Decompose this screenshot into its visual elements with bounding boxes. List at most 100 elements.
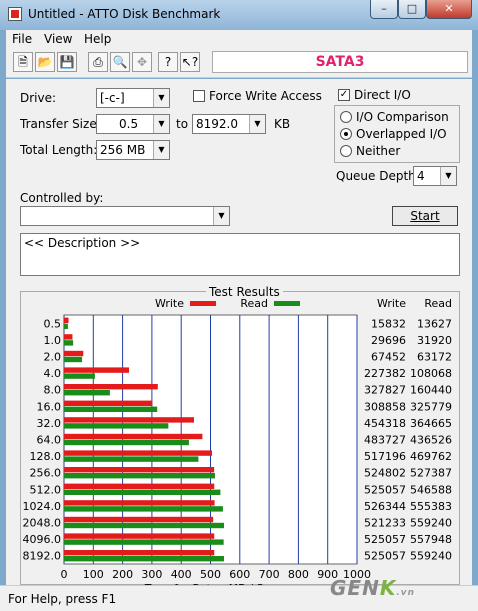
total-length-value: 256 MB — [100, 143, 146, 157]
write-bar — [64, 467, 215, 473]
write-value: 454318 — [364, 417, 406, 430]
transfer-to-value: 8192.0 — [196, 117, 238, 131]
open-folder-icon[interactable]: 📂 — [35, 52, 55, 72]
read-value: 63172 — [417, 351, 452, 364]
direct-io-checkbox[interactable]: ✓ — [338, 89, 350, 101]
save-icon[interactable]: 💾 — [57, 52, 77, 72]
neither-radio[interactable] — [340, 145, 352, 157]
write-value: 525057 — [364, 483, 406, 496]
controlled-by-label: Controlled by: — [20, 191, 104, 205]
read-value: 555383 — [410, 500, 452, 513]
write-bar — [64, 317, 69, 323]
read-value: 325779 — [410, 400, 452, 413]
read-value: 31920 — [417, 334, 452, 347]
results-chart: 0 100 200 300 400 500 600 700 800 900 10000.5 15832… — [23, 297, 453, 585]
read-bar — [64, 439, 189, 446]
write-bar — [64, 384, 158, 390]
write-value: 483727 — [364, 434, 406, 447]
legend-read-label: Read — [240, 297, 268, 310]
transfer-from-select[interactable]: 0.5 ▼ — [96, 114, 170, 134]
print-preview-icon[interactable]: 🔍 — [110, 52, 130, 72]
read-value: 559240 — [410, 517, 452, 530]
y-tick-label: 0.5 — [44, 317, 62, 330]
start-button[interactable]: Start — [392, 206, 458, 226]
read-value: 527387 — [410, 467, 452, 480]
drive-value: [-c-] — [100, 91, 125, 105]
read-bar — [64, 423, 169, 429]
y-tick-label: 4.0 — [44, 367, 62, 380]
chevron-down-icon: ▼ — [213, 207, 229, 225]
drive-select[interactable]: [-c-] ▼ — [96, 88, 170, 108]
y-tick-label: 2048.0 — [23, 517, 62, 530]
read-bar — [64, 373, 95, 379]
close-button[interactable]: ✕ — [426, 0, 472, 19]
x-tick-label: 800 — [288, 568, 309, 581]
chevron-down-icon: ▼ — [153, 141, 169, 159]
y-tick-label: 512.0 — [30, 483, 62, 496]
write-value: 15832 — [371, 317, 406, 330]
write-bar — [64, 516, 214, 523]
menu-file[interactable]: File — [12, 32, 32, 46]
queue-depth-value: 4 — [417, 169, 425, 183]
menu-view[interactable]: View — [44, 32, 72, 46]
write-value: 524802 — [364, 467, 406, 480]
read-value: 13627 — [417, 317, 452, 330]
main-panel: Drive: [-c-] ▼ Force Write Access Transf… — [6, 79, 472, 585]
x-tick-label: 400 — [171, 568, 192, 581]
menu-bar: File View Help — [6, 30, 472, 48]
move-icon[interactable]: ✥ — [132, 52, 152, 72]
overlapped-io-radio[interactable] — [340, 128, 352, 140]
y-tick-label: 64.0 — [37, 434, 62, 447]
kb-label: KB — [274, 117, 291, 131]
read-value: 436526 — [410, 434, 452, 447]
read-value: 108068 — [410, 367, 452, 380]
write-bar — [64, 500, 215, 506]
read-bar — [64, 456, 199, 462]
genk-logo: GENK.vn — [330, 576, 416, 600]
read-value: 160440 — [410, 384, 452, 397]
io-comparison-radio[interactable] — [340, 111, 352, 123]
y-tick-label: 1024.0 — [23, 500, 62, 513]
x-tick-label: 0 — [61, 568, 68, 581]
x-tick-label: 500 — [200, 568, 221, 581]
force-write-label: Force Write Access — [209, 89, 322, 103]
new-file-icon[interactable]: 🗎 — [13, 52, 33, 72]
write-value: 227382 — [364, 367, 406, 380]
io-comparison-label: I/O Comparison — [356, 110, 449, 124]
read-value: 557948 — [410, 533, 452, 546]
minimize-button[interactable]: – — [370, 0, 398, 19]
legend-write-swatch — [190, 301, 216, 306]
title-bar[interactable]: Untitled - ATTO Disk Benchmark – □ ✕ — [0, 0, 478, 30]
transfer-from-value: 0.5 — [119, 117, 139, 131]
read-bar — [64, 390, 110, 396]
menu-help[interactable]: Help — [84, 32, 111, 46]
transfer-to-select[interactable]: 8192.0 ▼ — [192, 114, 266, 134]
queue-depth-select[interactable]: 4 ▼ — [413, 166, 457, 186]
context-help-icon[interactable]: ↖? — [180, 52, 200, 72]
read-bar — [64, 356, 83, 363]
force-write-checkbox[interactable] — [193, 90, 205, 102]
y-tick-label: 8192.0 — [23, 550, 62, 563]
app-window: Untitled - ATTO Disk Benchmark – □ ✕ Fil… — [0, 0, 478, 611]
read-bar — [64, 406, 158, 412]
chevron-down-icon: ▼ — [249, 115, 265, 133]
help-icon[interactable]: ? — [158, 52, 178, 72]
maximize-button[interactable]: □ — [398, 0, 426, 19]
drive-label: Drive: — [20, 91, 57, 105]
write-value: 525057 — [364, 533, 406, 546]
direct-io-label: Direct I/O — [354, 88, 411, 102]
y-tick-label: 128.0 — [30, 450, 62, 463]
write-bar — [64, 417, 195, 423]
read-bar — [64, 506, 223, 512]
total-length-select[interactable]: 256 MB ▼ — [96, 140, 170, 160]
y-tick-label: 4096.0 — [23, 533, 62, 546]
description-box[interactable]: << Description >> — [20, 233, 460, 276]
window-title: Untitled - ATTO Disk Benchmark — [28, 7, 221, 21]
x-tick-label: 200 — [112, 568, 133, 581]
write-bar — [64, 334, 73, 340]
read-value: 469762 — [410, 450, 452, 463]
legend-read-swatch — [274, 301, 300, 306]
controlled-by-select[interactable]: ▼ — [20, 206, 230, 226]
write-bar — [64, 550, 215, 556]
print-icon[interactable]: ⎙ — [88, 52, 108, 72]
